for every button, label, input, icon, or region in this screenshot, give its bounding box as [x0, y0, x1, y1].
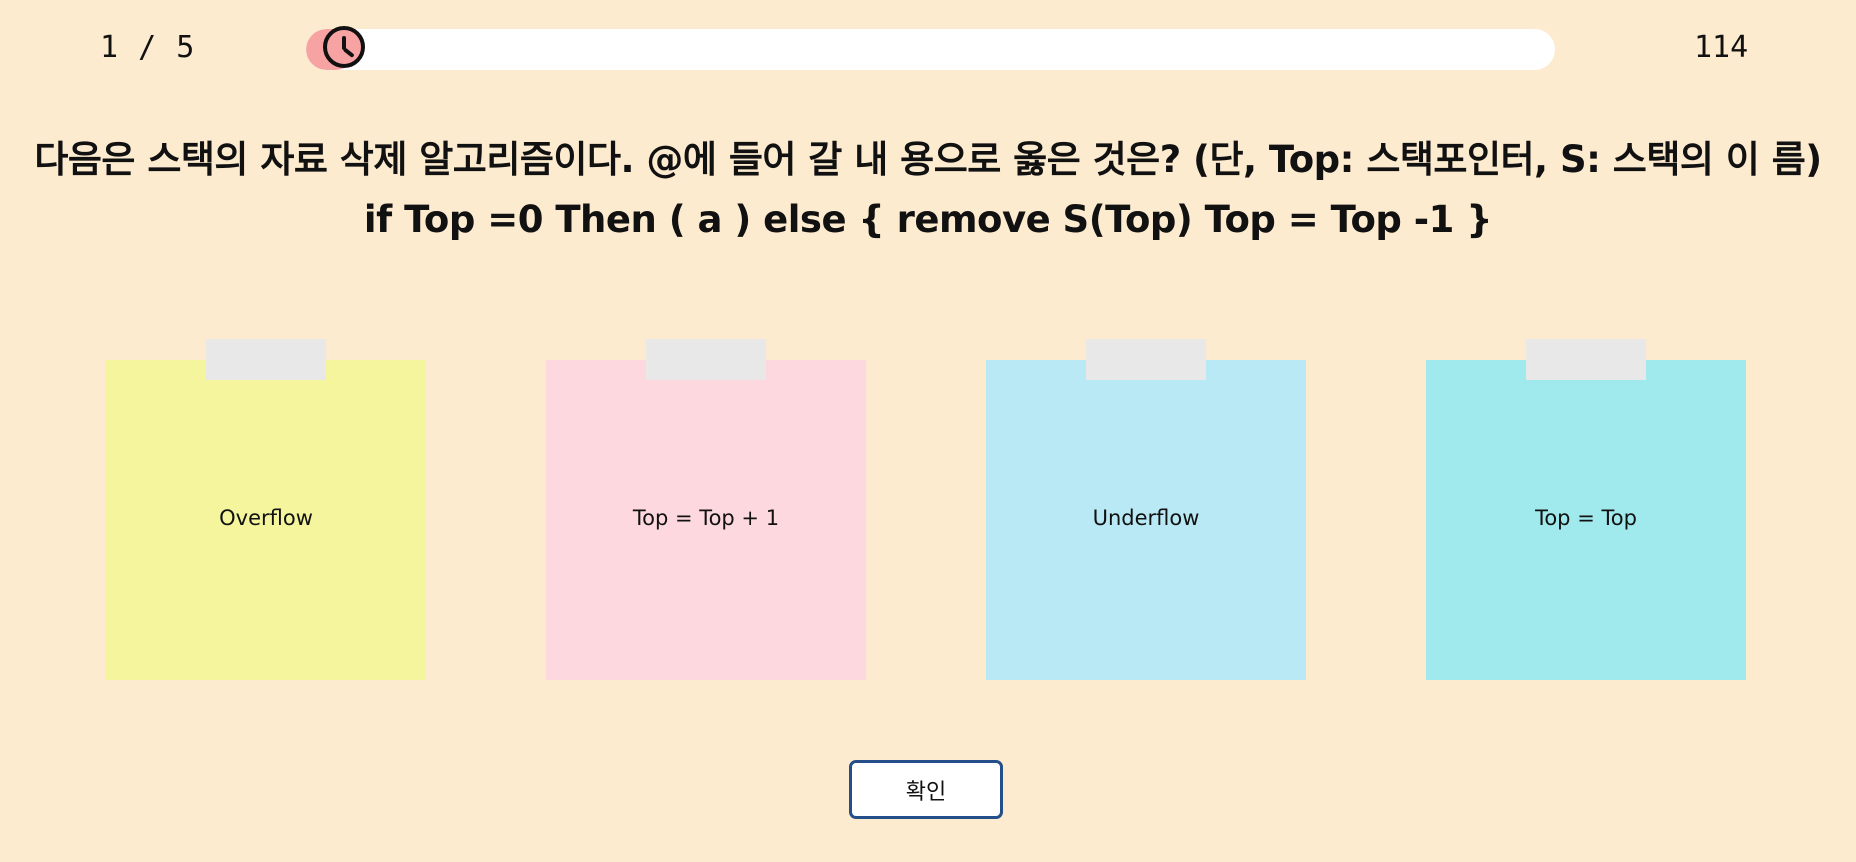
tape-decoration — [646, 339, 766, 380]
question-counter: 1 / 5 — [100, 30, 196, 65]
timer-bar — [306, 29, 1555, 70]
confirm-button[interactable]: 확인 — [849, 760, 1003, 819]
clock-icon — [323, 26, 365, 68]
question-text: 다음은 스택의 자료 삭제 알고리즘이다. @에 들어 갈 내 용으로 옳은 것… — [34, 138, 1822, 241]
answer-option-label: Underflow — [1092, 506, 1200, 530]
answer-option-label: Top = Top — [1535, 506, 1637, 530]
tape-decoration — [206, 339, 326, 380]
tape-decoration — [1526, 339, 1646, 380]
time-remaining: 114 — [1694, 30, 1749, 65]
tape-decoration — [1086, 339, 1206, 380]
answer-option-2[interactable]: Top = Top + 1 — [546, 339, 866, 680]
answer-option-1[interactable]: Overflow — [106, 339, 426, 680]
answer-option-label: Top = Top + 1 — [632, 506, 780, 530]
answer-option-label: Overflow — [219, 506, 313, 530]
answer-option-3[interactable]: Underflow — [986, 339, 1306, 680]
answer-option-4[interactable]: Top = Top — [1426, 339, 1746, 680]
